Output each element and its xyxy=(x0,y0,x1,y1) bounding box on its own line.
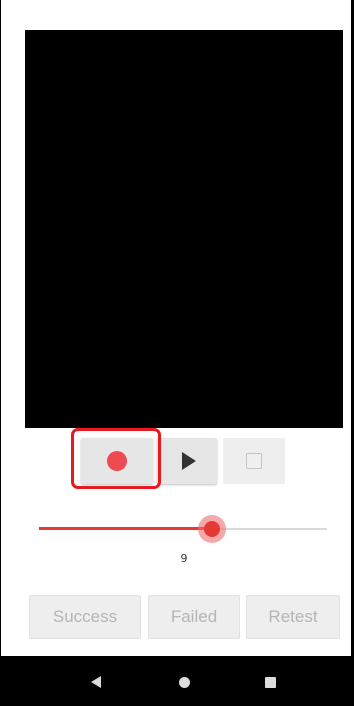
failed-button[interactable]: Failed xyxy=(148,595,240,639)
success-button[interactable]: Success xyxy=(29,595,141,639)
stop-button[interactable] xyxy=(223,438,285,484)
slider-thumb[interactable] xyxy=(204,521,220,537)
system-nav-bar xyxy=(0,658,354,706)
stop-icon xyxy=(246,453,262,469)
app-window: 9 Success Failed Retest xyxy=(1,0,351,656)
record-button[interactable] xyxy=(81,438,153,484)
home-icon xyxy=(178,676,190,688)
nav-back-button[interactable] xyxy=(82,668,110,696)
slider-value-label: 9 xyxy=(180,552,188,565)
play-icon xyxy=(181,452,196,470)
device-screen: 9 Success Failed Retest xyxy=(0,0,354,706)
nav-home-button[interactable] xyxy=(170,668,198,696)
recents-icon xyxy=(264,676,276,688)
slider-track-fill xyxy=(39,527,212,530)
back-icon xyxy=(91,676,101,688)
nav-recents-button[interactable] xyxy=(256,668,284,696)
volume-slider[interactable] xyxy=(39,514,327,544)
retest-button[interactable]: Retest xyxy=(246,595,340,639)
camera-preview xyxy=(25,30,343,428)
record-icon xyxy=(107,451,127,471)
play-button[interactable] xyxy=(157,438,217,484)
